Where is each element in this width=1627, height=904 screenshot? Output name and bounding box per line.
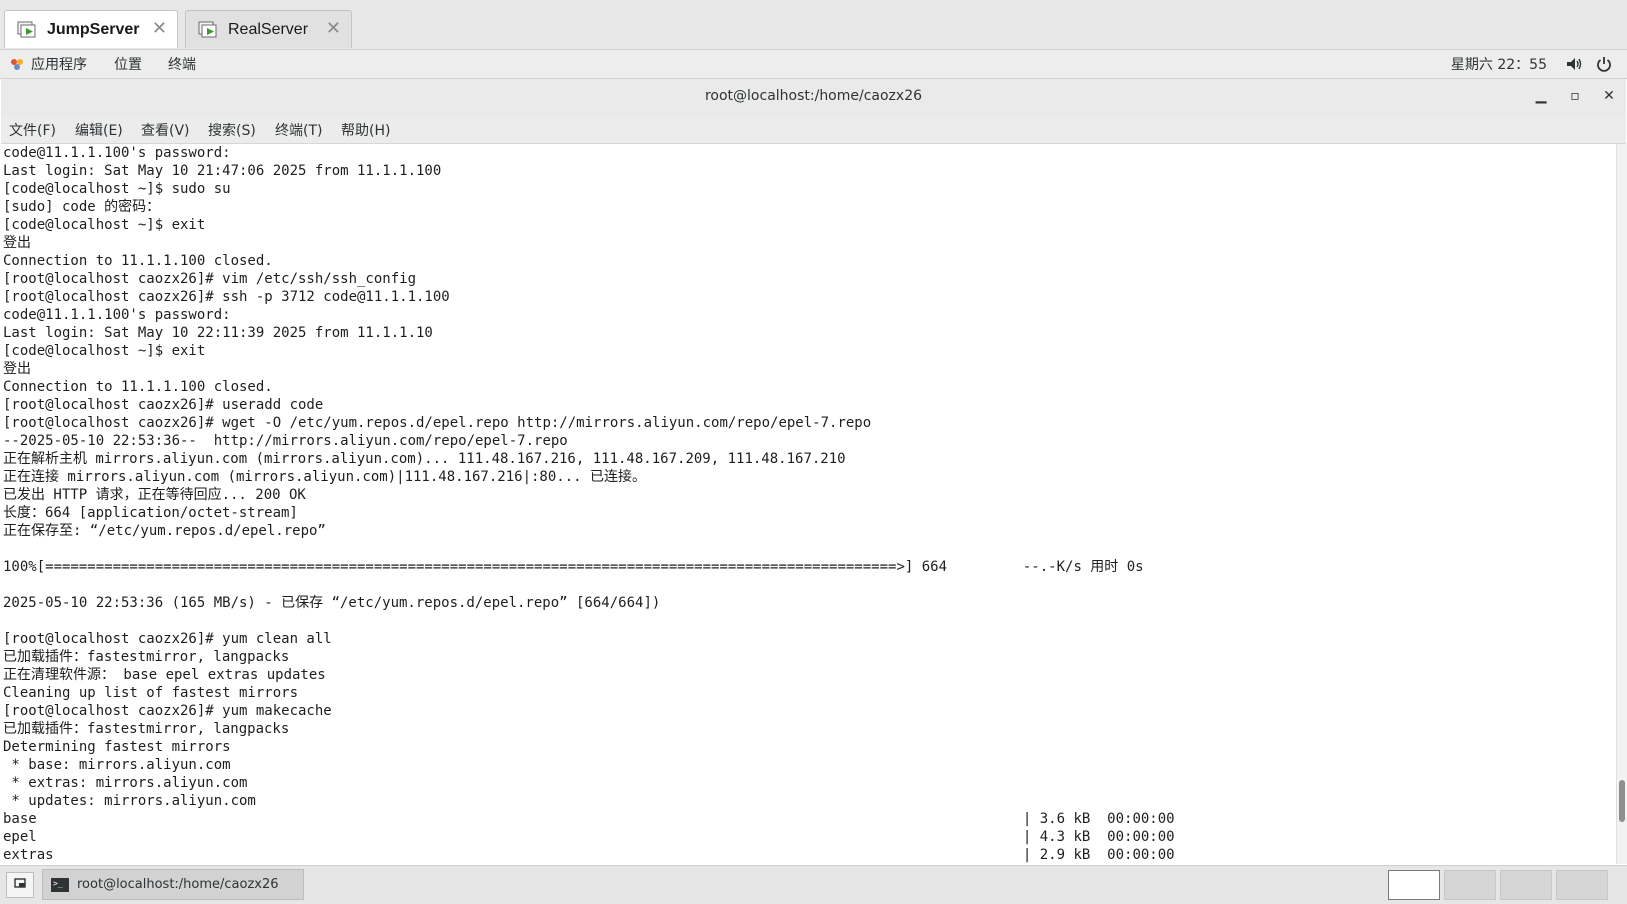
close-icon[interactable]: ✕: [152, 20, 167, 38]
terminal-line: 正在连接 mirrors.aliyun.com (mirrors.aliyun.…: [3, 469, 647, 485]
terminal-line: 登出: [3, 235, 31, 251]
terminal-line: Last login: Sat May 10 22:11:39 2025 fro…: [3, 325, 433, 341]
power-icon[interactable]: [1595, 55, 1613, 73]
terminal-line: 正在清理软件源： base epel extras updates: [3, 667, 326, 683]
terminal-line: Cleaning up list of fastest mirrors: [3, 685, 299, 701]
scrollbar-thumb[interactable]: [1619, 780, 1625, 822]
terminal-line: Last login: Sat May 10 21:47:06 2025 fro…: [3, 163, 442, 179]
vm-tab-jumpserver[interactable]: JumpServer ✕: [4, 10, 178, 48]
taskbar-window-label: root@localhost:/home/caozx26: [77, 877, 279, 892]
terminal-line: --2025-05-10 22:53:36-- http://mirrors.a…: [3, 433, 568, 449]
terminal-line: 登出: [3, 361, 31, 377]
workspace-2[interactable]: [1444, 870, 1496, 900]
terminal-line: [code@localhost ~]$ sudo su: [3, 181, 231, 197]
terminal-line: Determining fastest mirrors: [3, 739, 231, 755]
show-desktop-button[interactable]: [6, 872, 34, 898]
terminal-line: epel | 4.3 kB 00:00:00: [3, 829, 1175, 845]
workspace-1[interactable]: [1388, 870, 1440, 900]
menu-help[interactable]: 帮助(H): [341, 120, 390, 140]
terminal-line: [root@localhost caozx26]# ssh -p 3712 co…: [3, 289, 450, 305]
terminal-line: [sudo] code 的密码：: [3, 199, 161, 215]
minimize-button[interactable]: ▁: [1530, 85, 1552, 107]
terminal-line: * base: mirrors.aliyun.com: [3, 757, 231, 773]
terminal-line: extras | 2.9 kB 00:00:00: [3, 847, 1175, 863]
terminal-line: [code@localhost ~]$ exit: [3, 343, 206, 359]
vm-tab-realserver[interactable]: RealServer ✕: [185, 10, 352, 48]
menu-terminal[interactable]: 终端: [168, 54, 196, 74]
terminal-line: * extras: mirrors.aliyun.com: [3, 775, 248, 791]
close-icon[interactable]: ✕: [326, 20, 341, 38]
terminal-menu-bar: 文件(F) 编辑(E) 查看(V) 搜索(S) 终端(T) 帮助(H): [1, 115, 1626, 144]
terminal-line: 正在保存至: “/etc/yum.repos.d/epel.repo”: [3, 523, 326, 539]
menu-edit[interactable]: 编辑(E): [75, 120, 123, 140]
workspace-4[interactable]: [1556, 870, 1608, 900]
terminal-line: [root@localhost caozx26]# vim /etc/ssh/s…: [3, 271, 417, 287]
taskbar-window-item[interactable]: >_ root@localhost:/home/caozx26: [42, 869, 304, 900]
vm-tab-label: JumpServer: [47, 20, 140, 38]
close-button[interactable]: ✕: [1598, 85, 1620, 107]
clock[interactable]: 星期六 22：55: [1451, 54, 1547, 74]
terminal-line: [root@localhost caozx26]# wget -O /etc/y…: [3, 415, 872, 431]
terminal-line: 已加载插件：fastestmirror, langpacks: [3, 649, 290, 665]
terminal-line: 2025-05-10 22:53:36 (165 MB/s) - 已保存 “/e…: [3, 595, 661, 611]
apps-logo-icon[interactable]: [8, 55, 26, 73]
terminal-line: Connection to 11.1.1.100 closed.: [3, 379, 273, 395]
vm-play-icon: [17, 20, 39, 40]
volume-icon[interactable]: [1565, 55, 1583, 73]
terminal-line: * updates: mirrors.aliyun.com: [3, 793, 256, 809]
terminal-lines: code@11.1.1.100's password: Last login: S…: [1, 144, 1616, 864]
terminal-output[interactable]: code@11.1.1.100's password: Last login: S…: [1, 144, 1616, 864]
terminal-line: 正在解析主机 mirrors.aliyun.com (mirrors.aliyu…: [3, 451, 846, 467]
terminal-line: 已发出 HTTP 请求，正在等待回应... 200 OK: [3, 487, 306, 503]
terminal-line: code@11.1.1.100's password:: [3, 145, 231, 161]
window-title-bar[interactable]: root@localhost:/home/caozx26 ▁ ▫ ✕: [1, 78, 1626, 116]
menu-terminal-t[interactable]: 终端(T): [275, 120, 322, 140]
workspace-3[interactable]: [1500, 870, 1552, 900]
terminal-line: [root@localhost caozx26]# yum makecache: [3, 703, 332, 719]
vm-play-icon: [198, 20, 220, 40]
window-title: root@localhost:/home/caozx26: [704, 88, 923, 104]
terminal-line: [root@localhost caozx26]# useradd code: [3, 397, 324, 413]
terminal-line: 100%[===================================…: [3, 559, 1144, 575]
terminal-line: Connection to 11.1.1.100 closed.: [3, 253, 273, 269]
vm-tab-strip: JumpServer ✕ RealServer ✕: [0, 0, 1627, 50]
terminal-line: 长度：664 [application/octet-stream]: [3, 505, 298, 521]
vm-tab-label: RealServer: [228, 20, 309, 38]
maximize-button[interactable]: ▫: [1564, 85, 1586, 107]
terminal-line: [root@localhost caozx26]# yum clean all: [3, 631, 332, 647]
menu-applications[interactable]: 应用程序: [31, 54, 87, 74]
bottom-taskbar: >_ root@localhost:/home/caozx26: [0, 865, 1627, 904]
system-top-bar: 应用程序 位置 终端 星期六 22：55: [0, 50, 1627, 79]
menu-file[interactable]: 文件(F): [9, 120, 56, 140]
terminal-line: base | 3.6 kB 00:00:00: [3, 811, 1175, 827]
terminal-icon: >_: [51, 877, 69, 892]
menu-view[interactable]: 查看(V): [141, 120, 190, 140]
terminal-line: [code@localhost ~]$ exit: [3, 217, 206, 233]
menu-places[interactable]: 位置: [114, 54, 142, 74]
terminal-line: 已加载插件：fastestmirror, langpacks: [3, 721, 290, 737]
terminal-scrollbar[interactable]: [1616, 144, 1627, 864]
terminal-line: code@11.1.1.100's password:: [3, 307, 231, 323]
menu-search[interactable]: 搜索(S): [208, 120, 256, 140]
